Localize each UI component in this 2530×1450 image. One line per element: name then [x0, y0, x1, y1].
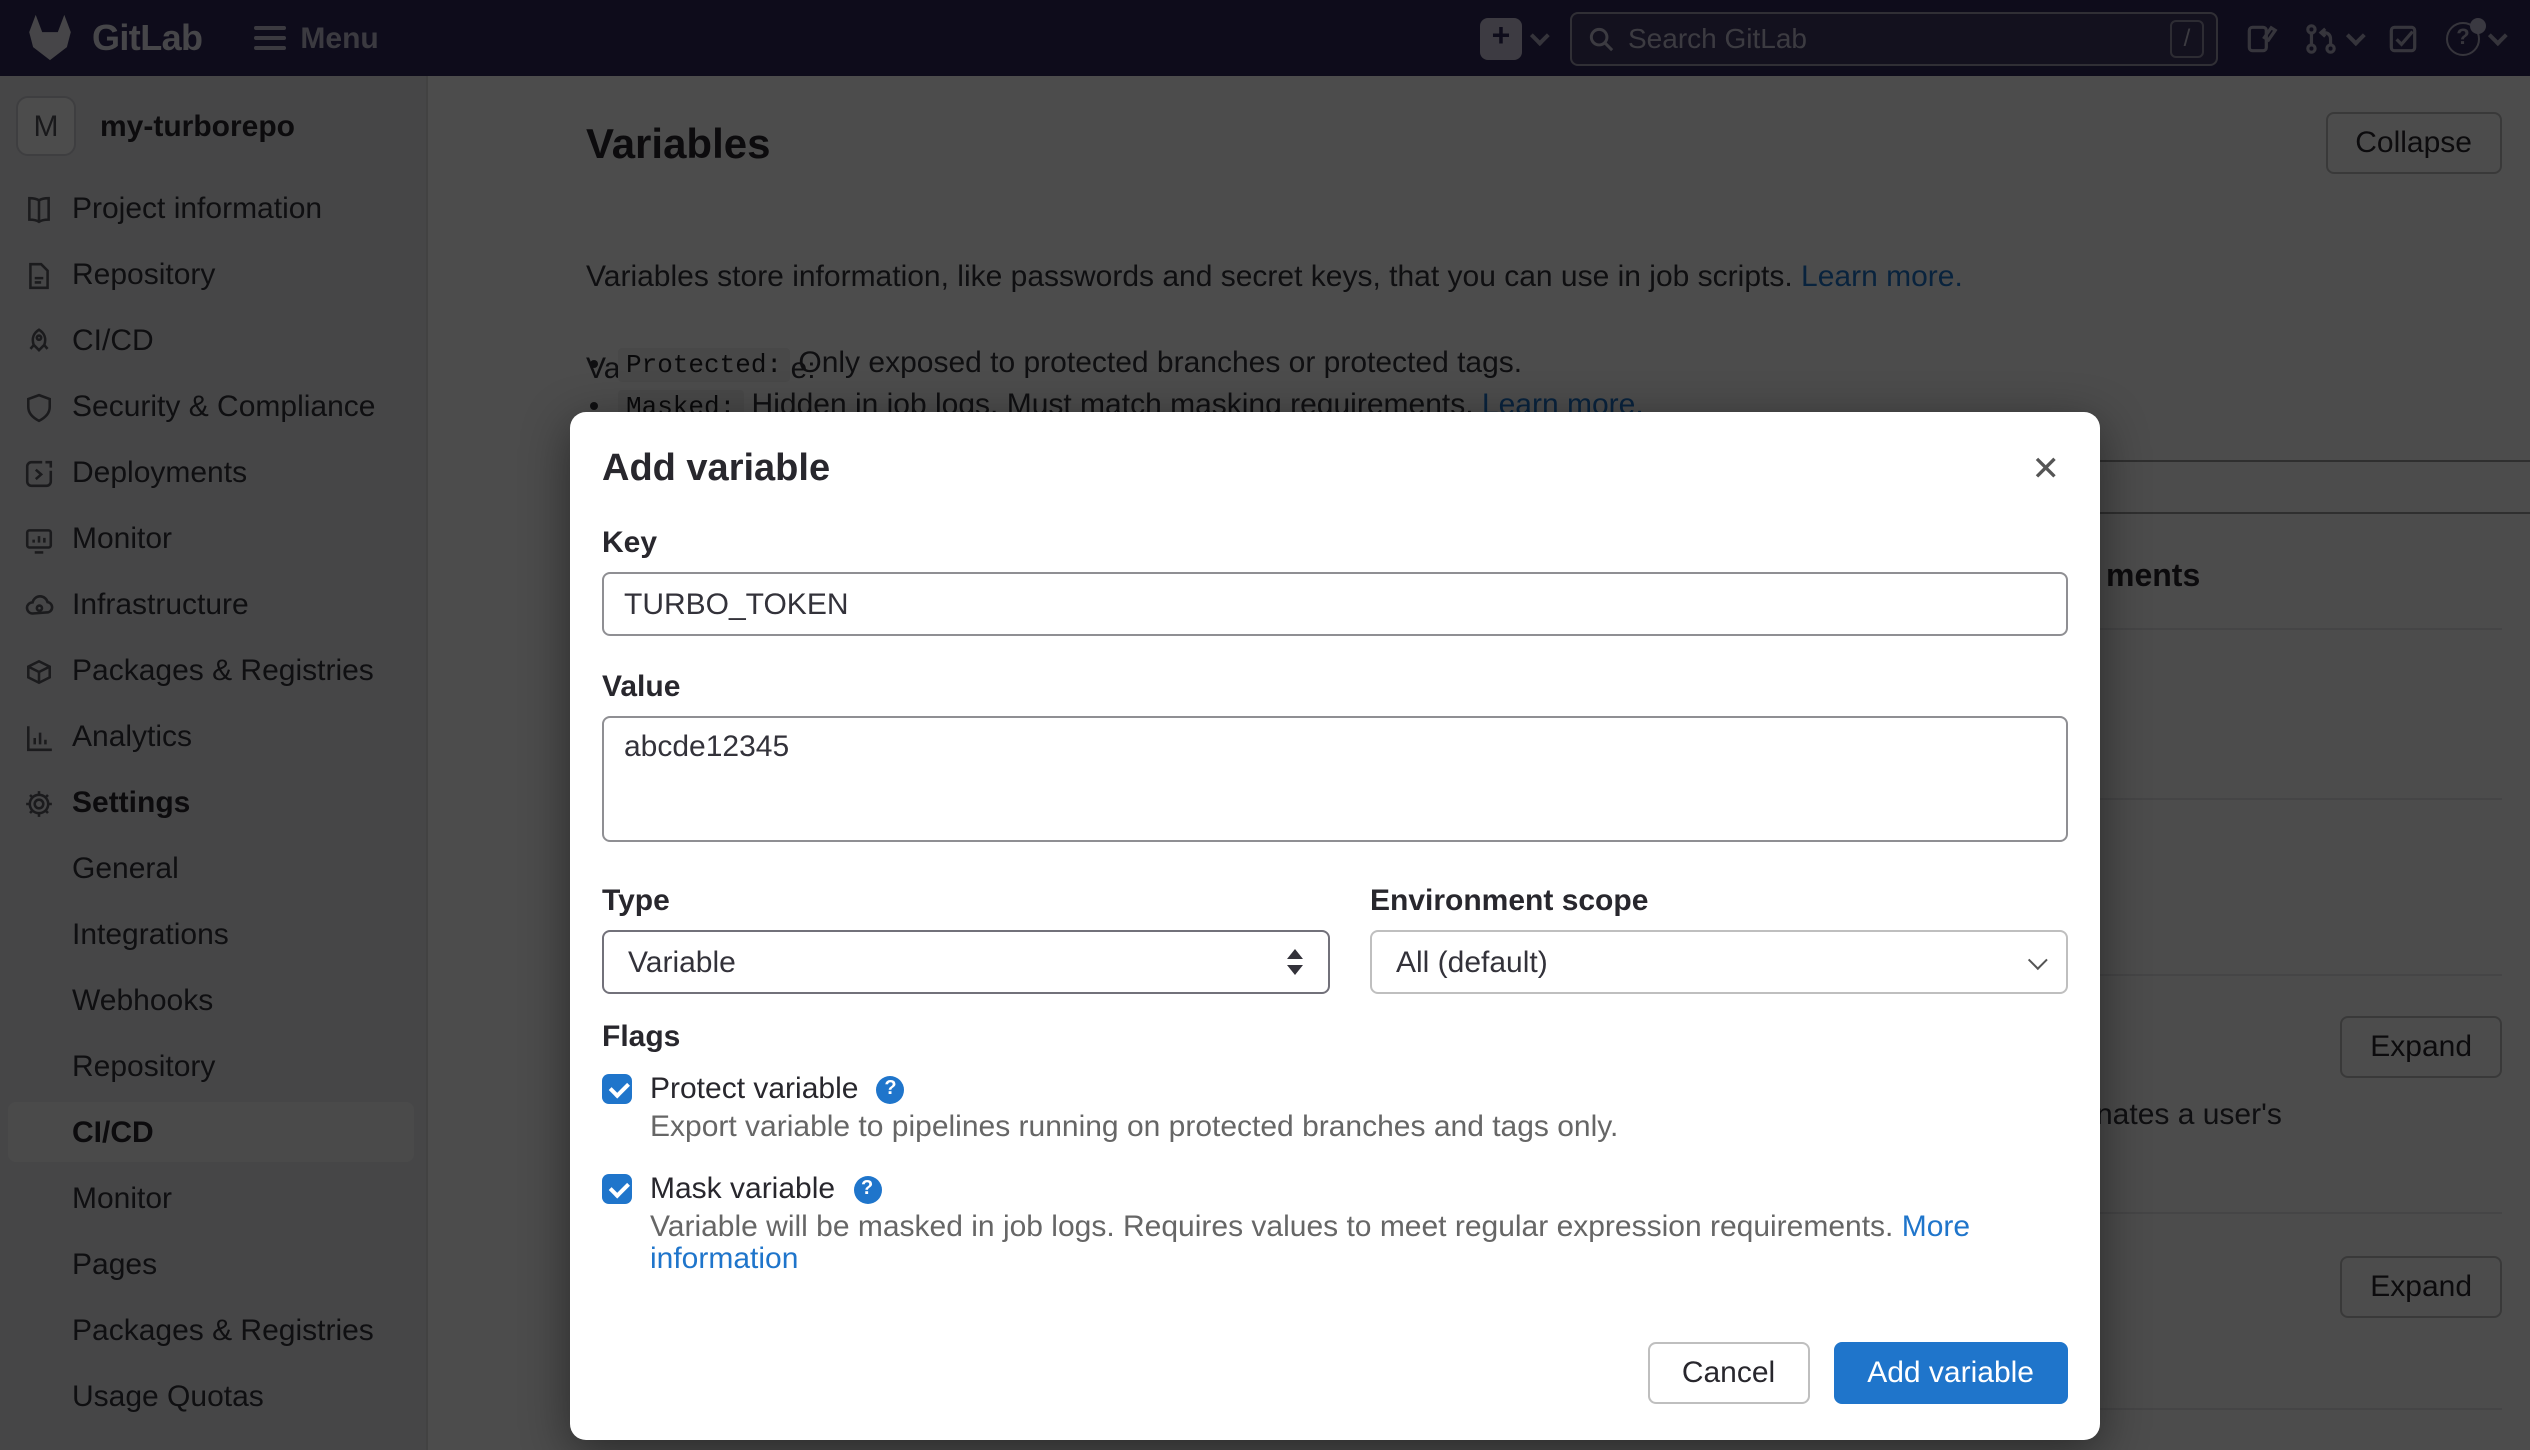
- cancel-button[interactable]: Cancel: [1648, 1342, 1809, 1404]
- environment-scope-field: Environment scope All (default): [1370, 884, 2068, 994]
- type-env-row: Type Variable Environment scope All (def…: [602, 884, 2068, 994]
- mask-variable-row: Mask variable ?: [602, 1172, 2068, 1206]
- close-icon[interactable]: ✕: [2024, 448, 2069, 490]
- type-field: Type Variable: [602, 884, 1330, 994]
- add-variable-modal: Add variable ✕ Key Value abcde12345 Type…: [570, 412, 2100, 1440]
- environment-scope-label: Environment scope: [1370, 884, 2068, 918]
- protect-variable-description: Export variable to pipelines running on …: [602, 1112, 2068, 1144]
- gitlab-app: GitLab Menu + /: [0, 0, 2530, 1450]
- protect-help-icon[interactable]: ?: [876, 1075, 904, 1103]
- flags-label: Flags: [602, 1020, 2068, 1054]
- mask-variable-label: Mask variable: [650, 1172, 835, 1206]
- environment-scope-selected-value: All (default): [1396, 945, 1548, 979]
- protect-variable-row: Protect variable ?: [602, 1072, 2068, 1106]
- modal-footer: Cancel Add variable: [1648, 1342, 2068, 1404]
- protect-variable-label: Protect variable: [650, 1072, 858, 1106]
- modal-header: Add variable ✕: [602, 448, 2068, 492]
- key-label: Key: [602, 526, 2068, 560]
- select-caret-icon: [1286, 948, 1304, 976]
- type-label: Type: [602, 884, 1330, 918]
- environment-scope-dropdown[interactable]: All (default): [1370, 930, 2068, 994]
- mask-variable-description: Variable will be masked in job logs. Req…: [602, 1212, 2002, 1276]
- value-label: Value: [602, 670, 2068, 704]
- chevron-down-icon: [2028, 949, 2048, 969]
- modal-title: Add variable: [602, 448, 830, 492]
- add-variable-button[interactable]: Add variable: [1833, 1342, 2068, 1404]
- type-select[interactable]: Variable: [602, 930, 1330, 994]
- mask-variable-checkbox[interactable]: [602, 1174, 632, 1204]
- type-selected-value: Variable: [628, 945, 736, 979]
- protect-variable-checkbox[interactable]: [602, 1074, 632, 1104]
- key-input[interactable]: [602, 572, 2068, 636]
- mask-help-icon[interactable]: ?: [853, 1175, 881, 1203]
- value-textarea[interactable]: abcde12345: [602, 716, 2068, 842]
